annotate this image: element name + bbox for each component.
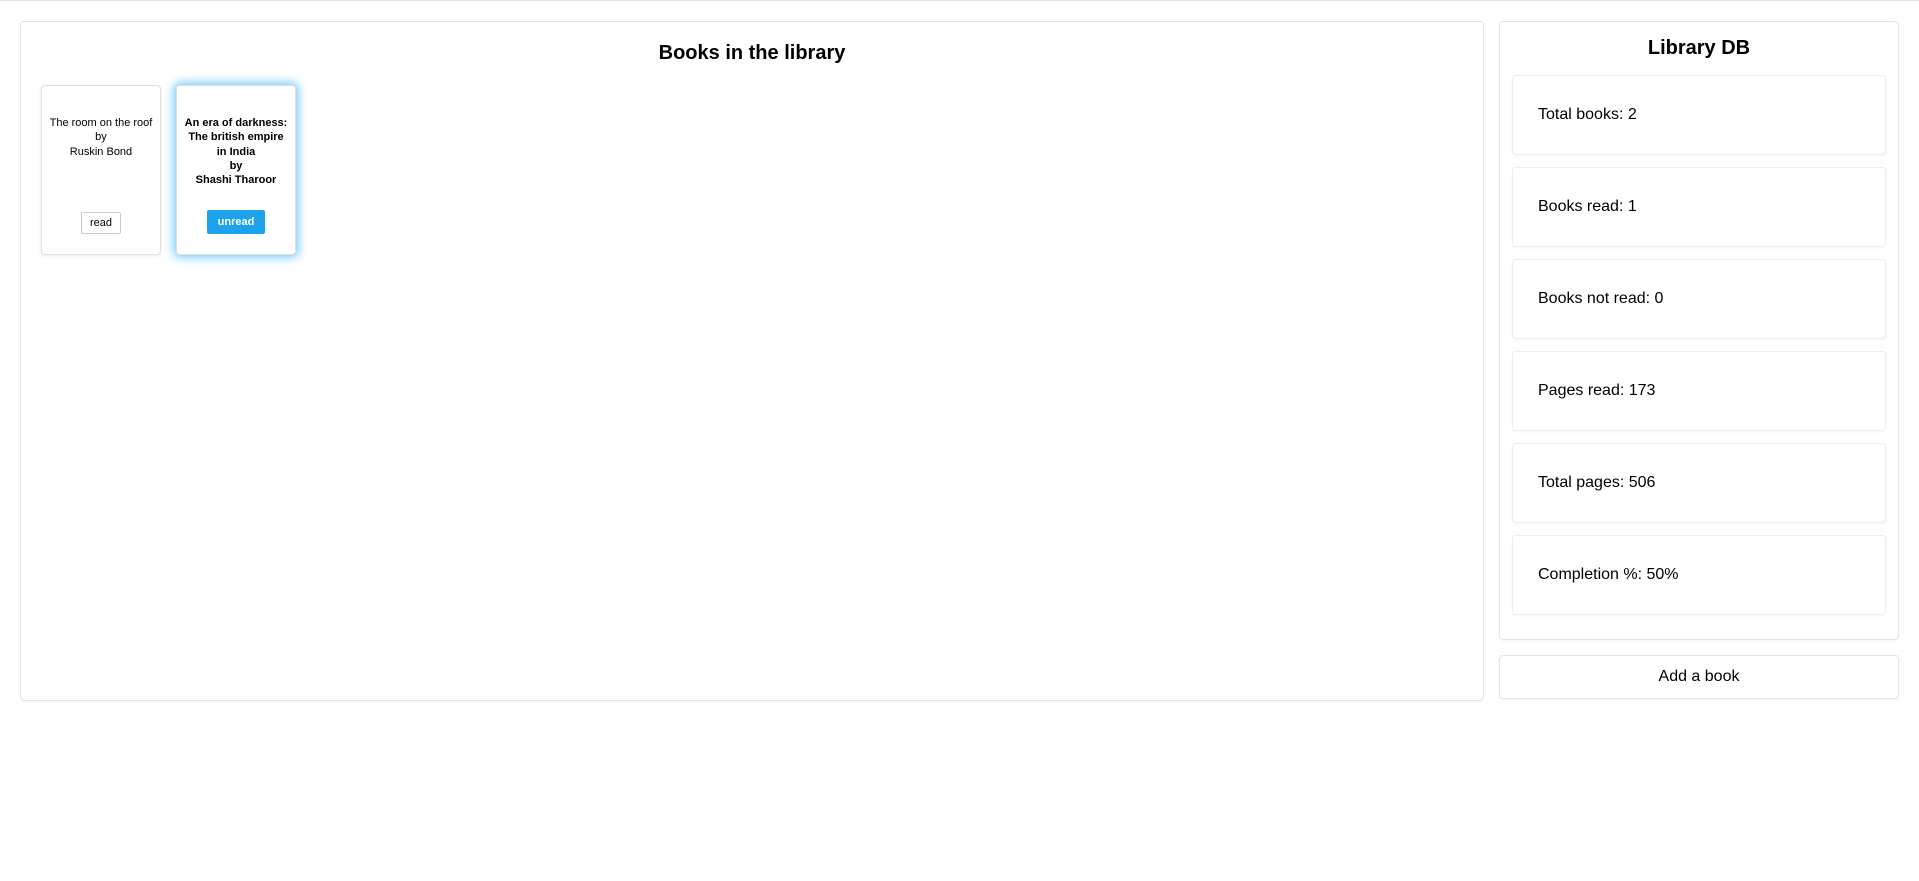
book-card[interactable]: The room on the roof by Ruskin Bond read <box>41 85 161 255</box>
sidebar: Library DB Total books: 2 Books read: 1 … <box>1499 21 1899 701</box>
read-status-button[interactable]: read <box>81 212 121 234</box>
stat-books-unread: Books not read: 0 <box>1512 259 1886 339</box>
stat-completion: Completion %: 50% <box>1512 535 1886 615</box>
read-status-button[interactable]: unread <box>207 210 266 234</box>
app-container: Books in the library The room on the roo… <box>0 0 1919 721</box>
library-title: Books in the library <box>41 42 1463 65</box>
book-author: Ruskin Bond <box>50 145 153 159</box>
stat-total-books: Total books: 2 <box>1512 75 1886 155</box>
book-title: The room on the roof <box>50 116 153 130</box>
stat-total-pages: Total pages: 506 <box>1512 443 1886 523</box>
stat-pages-read: Pages read: 173 <box>1512 351 1886 431</box>
books-row: The room on the roof by Ruskin Bond read… <box>41 85 1463 255</box>
stats-panel: Library DB Total books: 2 Books read: 1 … <box>1499 21 1899 640</box>
stat-books-read: Books read: 1 <box>1512 167 1886 247</box>
book-info: An era of darkness: The british empire i… <box>183 116 289 187</box>
book-title: An era of darkness: The british empire i… <box>183 116 289 159</box>
library-panel: Books in the library The room on the roo… <box>20 21 1484 701</box>
add-book-button[interactable]: Add a book <box>1499 655 1899 699</box>
sidebar-title: Library DB <box>1512 37 1886 60</box>
book-card[interactable]: An era of darkness: The british empire i… <box>176 85 296 255</box>
book-by-label: by <box>183 159 289 173</box>
book-by-label: by <box>50 130 153 144</box>
book-info: The room on the roof by Ruskin Bond <box>50 116 153 159</box>
book-author: Shashi Tharoor <box>183 173 289 187</box>
